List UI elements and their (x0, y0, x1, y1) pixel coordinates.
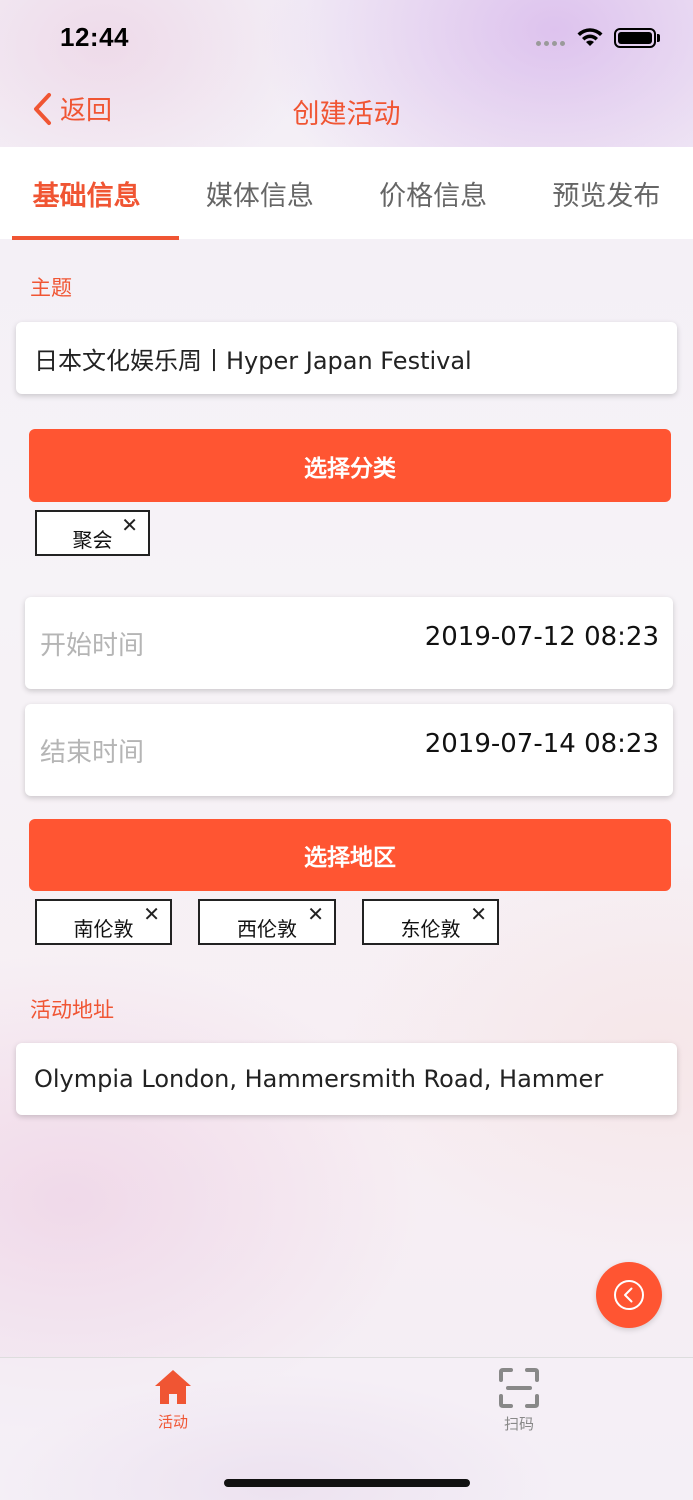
category-tag-label: 聚会 (72, 528, 113, 552)
select-region-button[interactable]: 选择地区 (29, 819, 671, 891)
tab-media-info[interactable]: 媒体信息 (173, 147, 346, 239)
category-tag: 聚会 ✕ (35, 510, 150, 556)
close-icon[interactable]: ✕ (307, 904, 324, 924)
battery-cap (657, 34, 660, 42)
home-indicator (224, 1479, 470, 1487)
tab-preview-publish[interactable]: 预览发布 (520, 147, 693, 239)
region-tag: 西伦敦 ✕ (198, 899, 336, 945)
start-time-field[interactable]: 开始时间 2019-07-12 08:23 (25, 597, 673, 689)
start-time-value: 2019-07-12 08:23 (424, 622, 659, 652)
end-time-label: 结束时间 (40, 737, 145, 768)
start-time-label: 开始时间 (40, 630, 145, 661)
wifi-icon (575, 26, 605, 52)
address-label: 活动地址 (30, 998, 114, 1022)
region-tag-label: 南伦敦 (73, 917, 134, 941)
tabbar-item-activity[interactable]: 活动 (143, 1367, 203, 1432)
tab-bar-top: 基础信息 媒体信息 价格信息 预览发布 (0, 147, 693, 239)
collapse-button[interactable] (596, 1262, 662, 1328)
region-tag-label: 东伦敦 (400, 917, 461, 941)
topic-input[interactable]: 日本文化娱乐周丨Hyper Japan Festival (16, 322, 677, 394)
region-tag: 东伦敦 ✕ (362, 899, 499, 945)
status-time: 12:44 (60, 22, 129, 52)
circle-chevron-left-icon (614, 1280, 644, 1310)
tabbar-item-scan[interactable]: 扫码 (489, 1367, 549, 1434)
end-time-field[interactable]: 结束时间 2019-07-14 08:23 (25, 704, 673, 796)
close-icon[interactable]: ✕ (470, 904, 487, 924)
topic-label: 主题 (30, 276, 72, 300)
close-icon[interactable]: ✕ (143, 904, 160, 924)
select-category-button[interactable]: 选择分类 (29, 429, 671, 502)
tabbar-label-scan: 扫码 (503, 1415, 534, 1433)
cellular-signal-icon (536, 41, 565, 46)
active-tab-indicator (12, 236, 179, 240)
end-time-value: 2019-07-14 08:23 (424, 729, 659, 759)
tab-basic-info[interactable]: 基础信息 (0, 147, 173, 239)
tabbar-label-activity: 活动 (157, 1413, 188, 1431)
region-tag-label: 西伦敦 (237, 917, 297, 941)
address-input[interactable]: Olympia London, Hammersmith Road, Hammer (16, 1043, 677, 1115)
page-title: 创建活动 (292, 99, 401, 130)
close-icon[interactable]: ✕ (121, 515, 138, 535)
battery-icon (614, 28, 656, 48)
scan-icon (499, 1368, 539, 1408)
tab-price-info[interactable]: 价格信息 (347, 147, 520, 239)
region-tag: 南伦敦 ✕ (35, 899, 172, 945)
home-icon (155, 1370, 191, 1404)
